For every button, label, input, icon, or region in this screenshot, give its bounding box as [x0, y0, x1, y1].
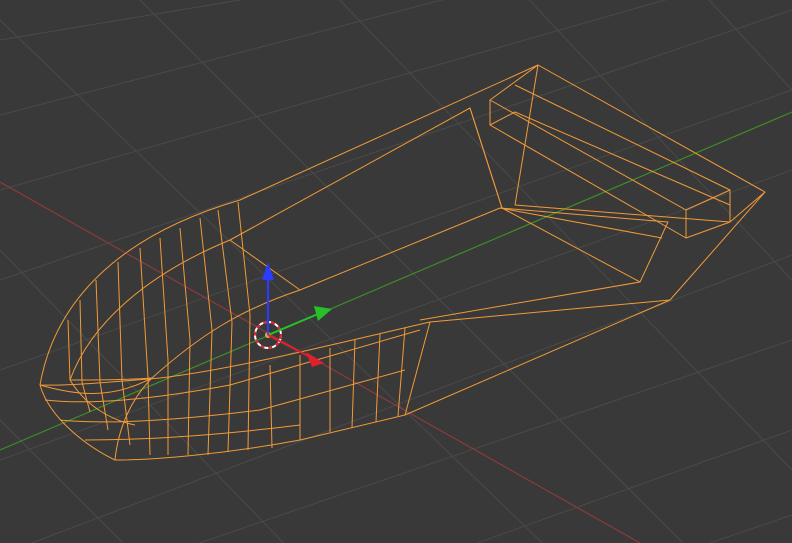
y-arrow-handle[interactable]	[314, 306, 332, 321]
viewport-canvas[interactable]	[0, 0, 792, 543]
translate-gizmo-icon[interactable]	[262, 262, 332, 367]
x-arrow-handle[interactable]	[306, 352, 324, 367]
3d-viewport[interactable]	[0, 0, 792, 543]
